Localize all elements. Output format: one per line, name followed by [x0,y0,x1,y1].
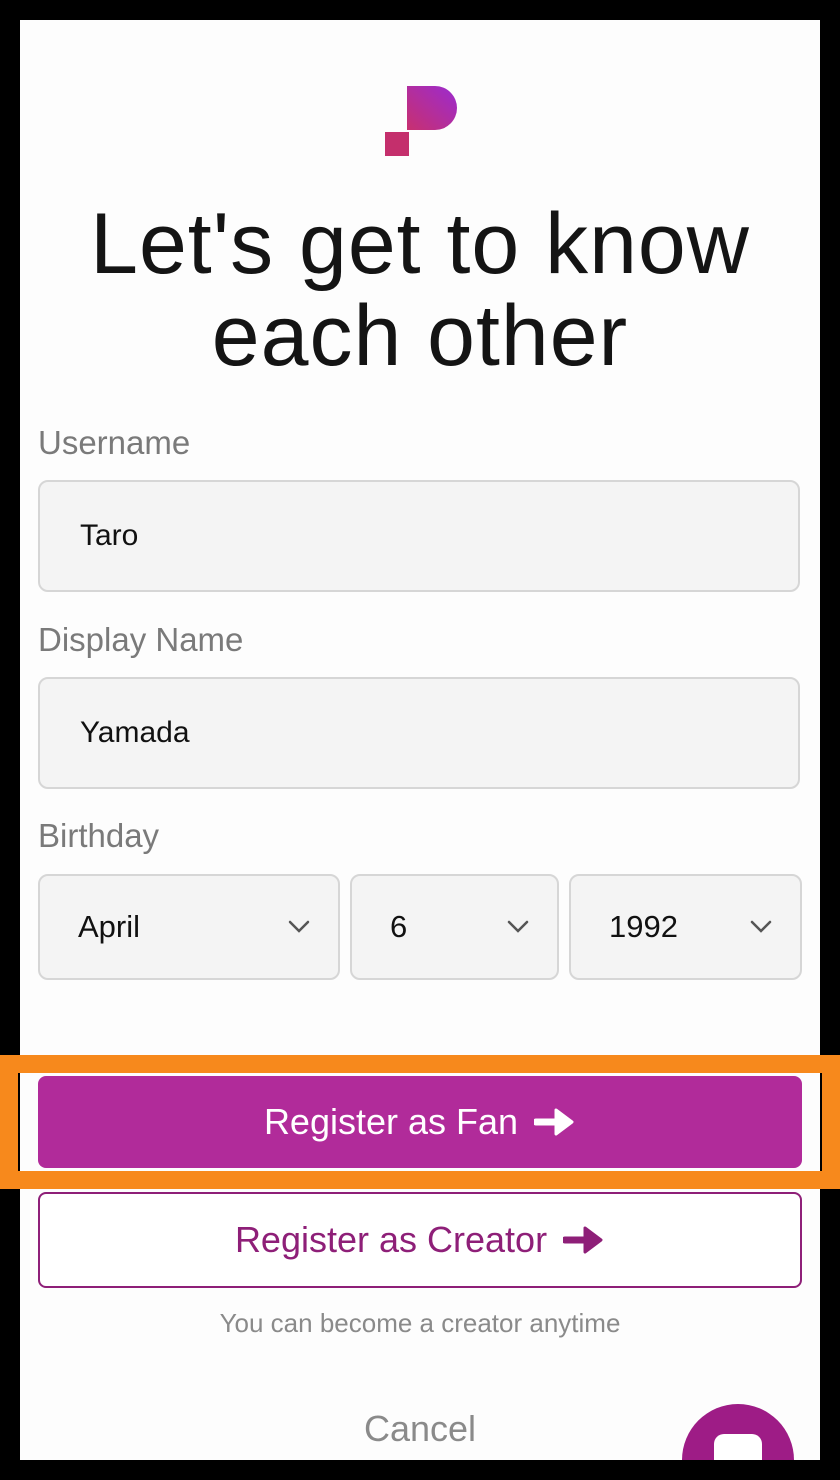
creator-hint-text: You can become a creator anytime [219,1308,621,1338]
register-as-creator-label: Register as Creator [234,1219,548,1260]
year-value: 1992 [609,909,678,944]
birthday-day-select[interactable]: 6 [350,874,559,980]
chevron-down-icon [750,920,772,933]
chevron-down-icon [288,920,310,933]
registration-screen: Let's get to know each other Username Ta… [20,20,820,1460]
display-name-value: Yamada [80,716,190,749]
chat-icon [714,1434,762,1460]
month-value: April [78,909,141,944]
birthday-label: Birthday [38,817,160,854]
username-value: Taro [80,519,139,552]
birthday-year-select[interactable]: 1992 [569,874,802,980]
arrow-right-icon [563,1226,603,1254]
birthday-month-select[interactable]: April [38,874,340,980]
username-field[interactable]: Taro [38,480,800,592]
page-title: Let's get to know each other [90,196,750,384]
display-name-field[interactable]: Yamada [38,677,800,789]
register-as-fan-button[interactable]: Register as Fan [38,1076,802,1168]
brand-logo [385,86,457,156]
register-as-fan-label: Register as Fan [263,1101,519,1142]
display-name-label: Display Name [38,621,244,658]
username-label: Username [38,424,191,461]
chevron-down-icon [507,920,529,933]
arrow-right-icon [534,1108,574,1136]
day-value: 6 [390,909,408,944]
register-as-creator-button[interactable]: Register as Creator [38,1192,802,1288]
